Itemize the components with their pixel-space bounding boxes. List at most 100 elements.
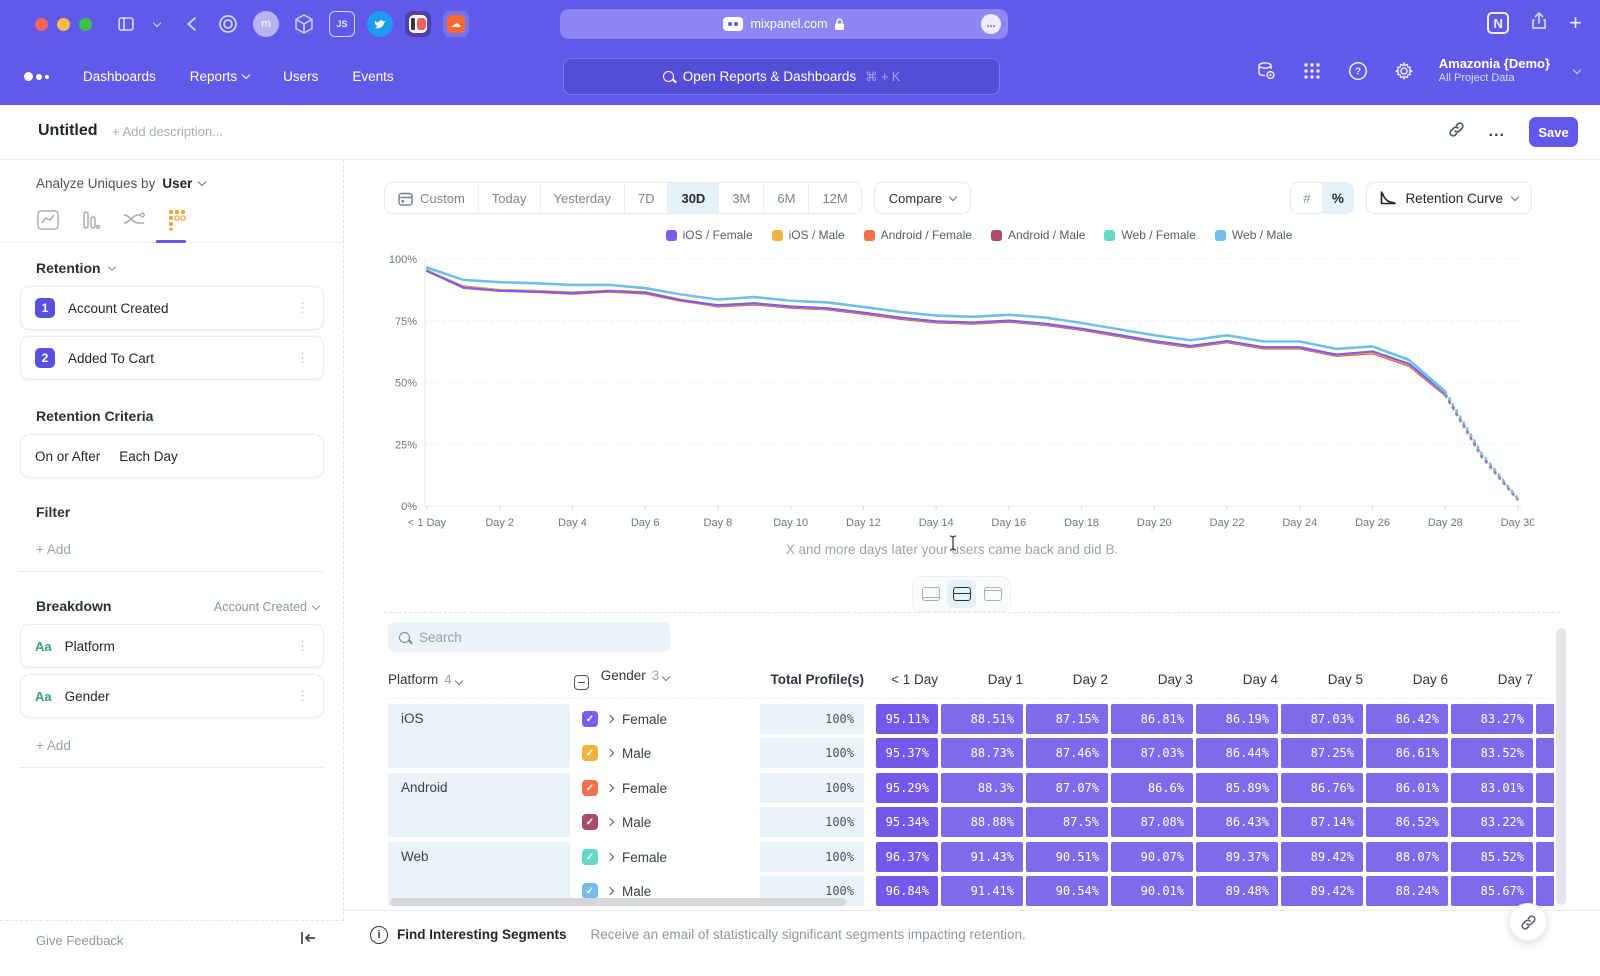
- bird-app-icon[interactable]: [367, 11, 393, 37]
- settings-gear-icon[interactable]: [1393, 60, 1415, 82]
- retention-value-cell-clipped[interactable]: [1536, 704, 1554, 734]
- breakdown-card[interactable]: AaGender⋮: [20, 674, 324, 718]
- gender-label[interactable]: Male: [622, 884, 651, 899]
- step-event-name[interactable]: Account Created: [68, 301, 283, 316]
- retention-value-cell-clipped[interactable]: [1536, 807, 1554, 837]
- retention-value-cell[interactable]: 85.67%: [1451, 876, 1533, 906]
- flow-view-icon[interactable]: [122, 208, 146, 232]
- project-switcher[interactable]: Amazonia {Demo} All Project Data: [1439, 56, 1550, 86]
- horizontal-scrollbar[interactable]: [390, 898, 846, 906]
- total-profiles-header[interactable]: Total Profile(s): [760, 672, 864, 687]
- retention-value-cell[interactable]: 86.19%: [1196, 704, 1278, 734]
- retention-chart[interactable]: 100%75%50%25%0%< 1 DayDay 2Day 4Day 6Day…: [374, 248, 1534, 548]
- percent-mode-button[interactable]: %: [1322, 183, 1353, 213]
- zoom-window-button[interactable]: [79, 18, 92, 31]
- retention-value-cell[interactable]: 86.52%: [1366, 807, 1448, 837]
- step-options-icon[interactable]: ⋮: [296, 350, 309, 366]
- retention-value-cell[interactable]: 96.84%: [876, 876, 938, 906]
- retention-value-cell[interactable]: 88.51%: [941, 704, 1023, 734]
- retention-value-cell[interactable]: 87.46%: [1026, 738, 1108, 768]
- table-search-box[interactable]: [388, 622, 670, 652]
- retention-value-cell[interactable]: 83.52%: [1451, 738, 1533, 768]
- notion-extension-icon[interactable]: N: [1487, 12, 1509, 34]
- series-checkbox[interactable]: ✓: [582, 814, 598, 830]
- retention-criteria-card[interactable]: On or After Each Day: [20, 434, 324, 478]
- series-checkbox[interactable]: ✓: [582, 745, 598, 761]
- expand-row-icon[interactable]: [606, 887, 614, 895]
- retention-value-cell[interactable]: 83.22%: [1451, 807, 1533, 837]
- analyze-uniques-value[interactable]: User: [162, 176, 192, 191]
- expand-row-icon[interactable]: [606, 784, 614, 792]
- retention-value-cell[interactable]: 87.14%: [1281, 807, 1363, 837]
- retention-value-cell[interactable]: 90.01%: [1111, 876, 1193, 906]
- bar-chart-view-icon[interactable]: [79, 208, 103, 232]
- retention-value-cell[interactable]: 86.81%: [1111, 704, 1193, 734]
- retention-value-cell[interactable]: 85.52%: [1451, 842, 1533, 872]
- apps-grid-icon[interactable]: [1301, 60, 1323, 82]
- gender-label[interactable]: Male: [622, 815, 651, 830]
- series-checkbox[interactable]: ✓: [582, 780, 598, 796]
- day-header[interactable]: Day 2: [1026, 672, 1108, 687]
- retention-value-cell[interactable]: 88.07%: [1366, 842, 1448, 872]
- retention-value-cell[interactable]: 90.51%: [1026, 842, 1108, 872]
- gender-label[interactable]: Female: [622, 712, 667, 727]
- retention-value-cell[interactable]: 86.44%: [1196, 738, 1278, 768]
- range-today[interactable]: Today: [478, 183, 540, 213]
- nav-dashboards[interactable]: Dashboards: [83, 69, 156, 84]
- red-app-icon[interactable]: [405, 11, 431, 37]
- retention-value-cell[interactable]: 91.43%: [941, 842, 1023, 872]
- expand-row-icon[interactable]: [606, 818, 614, 826]
- range-custom[interactable]: Custom: [385, 183, 478, 213]
- retention-value-cell-clipped[interactable]: [1536, 842, 1554, 872]
- chevron-down-icon[interactable]: [151, 13, 163, 35]
- back-icon[interactable]: [180, 13, 202, 35]
- retention-value-cell[interactable]: 90.07%: [1111, 842, 1193, 872]
- criteria-each-day[interactable]: Each Day: [119, 449, 178, 464]
- day-header[interactable]: Day 6: [1366, 672, 1448, 687]
- retention-value-cell[interactable]: 87.25%: [1281, 738, 1363, 768]
- expand-row-icon[interactable]: [606, 853, 614, 861]
- retention-value-cell[interactable]: 91.41%: [941, 876, 1023, 906]
- series-checkbox[interactable]: ✓: [582, 849, 598, 865]
- layout-split-button[interactable]: [947, 580, 976, 608]
- series-checkbox[interactable]: ✓: [582, 711, 598, 727]
- criteria-on-or-after[interactable]: On or After: [35, 449, 100, 464]
- close-window-button[interactable]: [35, 18, 48, 31]
- share-icon[interactable]: [1531, 12, 1547, 35]
- retention-value-cell[interactable]: 89.37%: [1196, 842, 1278, 872]
- copy-link-icon[interactable]: [1448, 121, 1465, 143]
- line-chart-view-icon[interactable]: [36, 208, 60, 232]
- find-segments-title[interactable]: Find Interesting Segments: [397, 927, 567, 942]
- gender-label[interactable]: Female: [622, 781, 667, 796]
- mixpanel-logo[interactable]: [24, 72, 49, 81]
- chart-type-dropdown[interactable]: Retention Curve: [1366, 182, 1532, 214]
- breakdown-add-button[interactable]: + Add: [20, 724, 324, 768]
- step-event-name[interactable]: Added To Cart: [68, 351, 283, 366]
- retention-value-cell-clipped[interactable]: [1536, 738, 1554, 768]
- breakdown-card[interactable]: AaPlatform⋮: [20, 624, 324, 668]
- gender-column-header[interactable]: Gender3: [574, 668, 750, 690]
- range-3m[interactable]: 3M: [718, 183, 763, 213]
- platform-cell[interactable]: Android: [388, 773, 570, 837]
- range-yesterday[interactable]: Yesterday: [540, 183, 624, 213]
- soundcloud-app-icon[interactable]: ☁: [443, 11, 469, 37]
- layout-chart-only-button[interactable]: [916, 580, 945, 608]
- legend-item[interactable]: Web / Male: [1215, 228, 1292, 242]
- copy-link-fab[interactable]: [1509, 903, 1547, 941]
- traffic-lights[interactable]: [35, 18, 101, 31]
- breakdown-options-icon[interactable]: ⋮: [296, 688, 309, 704]
- retention-value-cell[interactable]: 86.6%: [1111, 773, 1193, 803]
- legend-item[interactable]: Android / Female: [864, 228, 972, 242]
- retention-value-cell[interactable]: 90.54%: [1026, 876, 1108, 906]
- add-description-button[interactable]: + Add description...: [112, 124, 223, 139]
- retention-value-cell[interactable]: 87.5%: [1026, 807, 1108, 837]
- retention-value-cell[interactable]: 88.3%: [941, 773, 1023, 803]
- retention-value-cell[interactable]: 85.89%: [1196, 773, 1278, 803]
- retention-value-cell[interactable]: 88.88%: [941, 807, 1023, 837]
- breakdown-property-name[interactable]: Gender: [65, 689, 283, 704]
- report-title[interactable]: Untitled: [38, 122, 98, 140]
- give-feedback-link[interactable]: Give Feedback: [36, 933, 123, 948]
- platform-column-header[interactable]: Platform4: [388, 672, 570, 687]
- minimize-window-button[interactable]: [57, 18, 70, 31]
- nav-events[interactable]: Events: [352, 69, 393, 84]
